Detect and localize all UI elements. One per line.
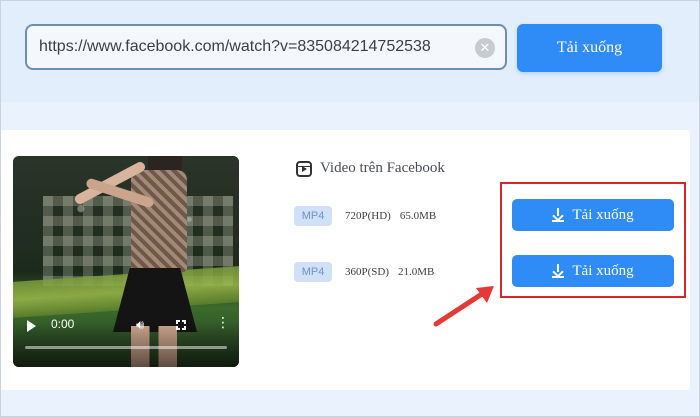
highlight-box	[500, 182, 686, 298]
format-row-hd: MP4 720P(HD) 65.0MB	[294, 206, 436, 226]
format-size: 65.0MB	[399, 210, 437, 222]
format-size: 21.0MB	[398, 266, 435, 278]
format-badge: MP4	[294, 262, 332, 282]
play-icon[interactable]	[27, 320, 36, 332]
clear-icon[interactable]: ✕	[475, 38, 495, 58]
format-quality: 720P(HD)	[345, 210, 391, 222]
format-badge: MP4	[294, 206, 332, 226]
fullscreen-icon[interactable]	[176, 320, 186, 330]
search-download-button[interactable]: Tải xuống	[517, 24, 662, 72]
video-progress-bar[interactable]	[25, 346, 227, 349]
url-input[interactable]: https://www.facebook.com/watch?v=8350842…	[25, 24, 507, 70]
more-icon[interactable]: ⋮	[216, 316, 230, 330]
source-row: Video trên Facebook	[296, 160, 445, 177]
format-row-sd: MP4 360P(SD) 21.0MB	[294, 262, 434, 282]
red-arrow	[433, 286, 494, 327]
video-player[interactable]: 0:00 🔊︎ ⋮	[13, 156, 239, 367]
video-person-top	[131, 170, 187, 272]
video-controls	[13, 321, 239, 367]
source-label: Video trên Facebook	[320, 160, 445, 176]
video-time: 0:00	[51, 317, 75, 331]
format-quality: 360P(SD)	[345, 266, 390, 278]
search-bar-area: https://www.facebook.com/watch?v=8350842…	[0, 0, 700, 102]
volume-icon[interactable]: 🔊︎	[136, 318, 144, 333]
reel-icon	[296, 160, 312, 177]
url-input-value[interactable]: https://www.facebook.com/watch?v=8350842…	[39, 38, 431, 56]
